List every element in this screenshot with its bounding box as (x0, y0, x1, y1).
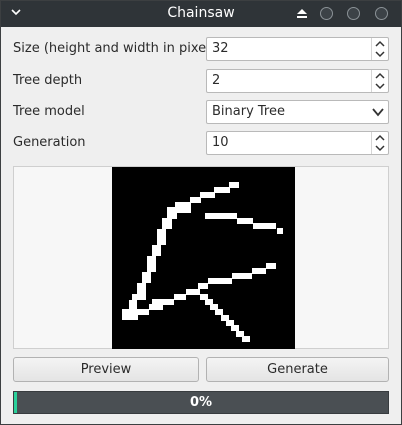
size-spin-arrows[interactable] (371, 38, 388, 60)
shade-up-icon[interactable] (297, 8, 307, 18)
generate-button[interactable]: Generate (206, 357, 389, 382)
spin-down-icon[interactable] (375, 82, 385, 90)
preview-panel (13, 166, 389, 349)
generation-spinbox[interactable]: 10 (206, 131, 389, 155)
title-bar[interactable]: Chainsaw (1, 1, 401, 27)
generation-value[interactable]: 10 (212, 135, 229, 150)
size-label: Size (height and width in pixels) (13, 41, 222, 56)
maximize-dot-icon[interactable] (347, 7, 360, 20)
model-select[interactable]: Binary Tree (206, 100, 389, 124)
spin-up-icon[interactable] (375, 40, 385, 48)
generation-spin-arrows[interactable] (371, 132, 388, 154)
depth-value[interactable]: 2 (212, 73, 220, 88)
window-title: Chainsaw (167, 5, 235, 21)
spin-down-icon[interactable] (375, 50, 385, 58)
spin-up-icon[interactable] (375, 134, 385, 142)
minimize-dot-icon[interactable] (320, 7, 333, 20)
generation-label: Generation (13, 135, 86, 150)
model-value: Binary Tree (212, 104, 285, 119)
tree-preview-image (112, 167, 295, 349)
close-dot-icon[interactable] (375, 7, 388, 20)
progress-text: 0% (189, 395, 213, 410)
size-value[interactable]: 32 (212, 41, 229, 56)
spin-up-icon[interactable] (375, 72, 385, 80)
depth-spinbox[interactable]: 2 (206, 69, 389, 93)
depth-spin-arrows[interactable] (371, 70, 388, 92)
progress-fill (14, 392, 17, 413)
size-spinbox[interactable]: 32 (206, 37, 389, 61)
chainsaw-window: Chainsaw Size (height and width in pixel… (0, 0, 402, 425)
preview-button[interactable]: Preview (13, 357, 199, 382)
spin-down-icon[interactable] (375, 144, 385, 152)
dropdown-chevron-icon[interactable] (371, 105, 385, 119)
depth-label: Tree depth (13, 73, 83, 88)
progress-bar: 0% (13, 391, 389, 414)
model-label: Tree model (13, 104, 85, 119)
